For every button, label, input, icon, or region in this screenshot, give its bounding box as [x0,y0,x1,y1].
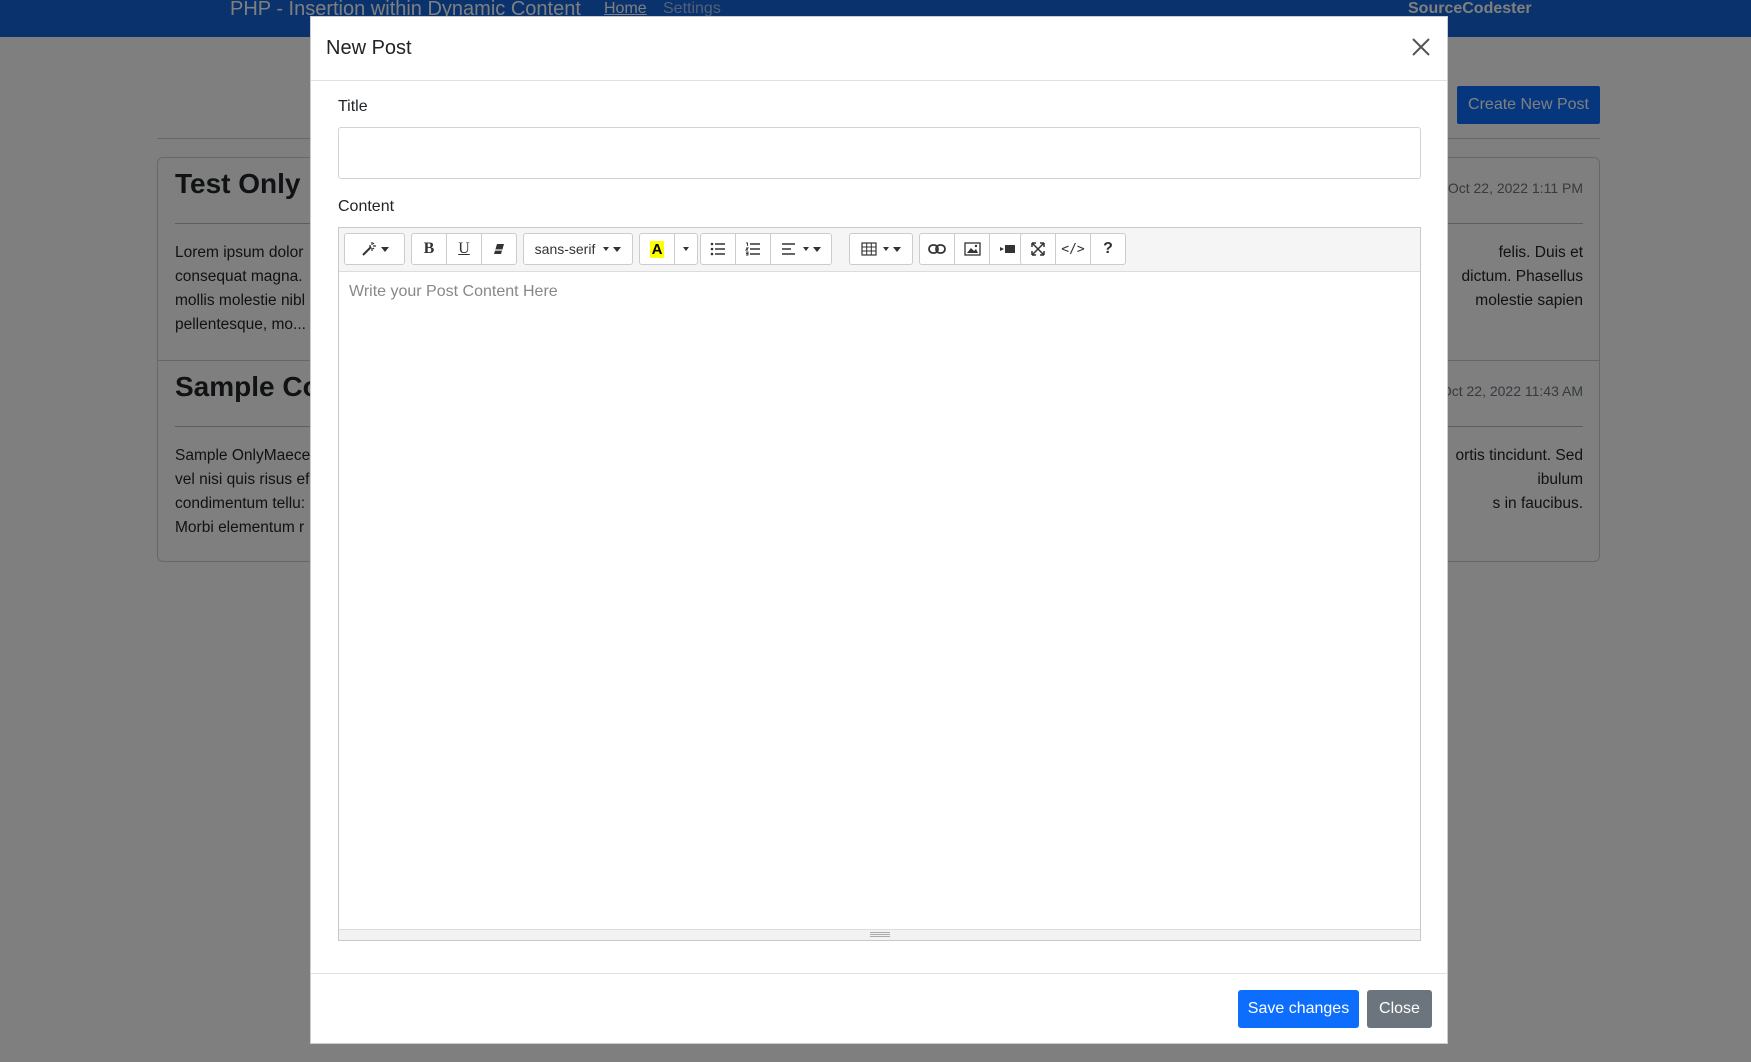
style-dropdown[interactable] [344,233,405,265]
modal-footer-divider [311,973,1447,974]
fullscreen-button[interactable] [1020,233,1056,265]
caret-down-icon [813,246,821,252]
modal-title: New Post [326,37,412,59]
title-label: Title [338,98,368,115]
resize-handle-icon[interactable] [869,932,890,938]
caret-down-icon [380,246,389,252]
insert-link-button[interactable] [919,233,955,265]
highlight-color-icon: A [649,240,665,258]
font-style-group: B U [411,233,517,265]
table-icon [861,242,877,256]
color-dropdown[interactable] [674,233,698,265]
font-name-group: sans-serif [523,233,633,265]
align-left-icon [782,243,795,255]
video-icon [999,245,1015,253]
numbered-list-icon [745,242,760,256]
table-dropdown[interactable] [849,233,913,265]
content-placeholder: Write your Post Content Here [349,283,558,300]
font-family-dropdown[interactable]: sans-serif [523,233,633,265]
editor-toolbar: B U sans-serif A </> ? [339,228,1420,272]
bullet-list-icon [710,242,725,256]
caret-down-icon [613,246,622,252]
caret-down-icon [883,247,889,251]
content-label: Content [338,198,395,215]
magic-wand-icon [361,242,376,256]
caret-down-icon [893,246,901,252]
editor-resize-bar[interactable] [339,929,1420,940]
help-button[interactable]: ? [1090,233,1126,265]
unordered-list-button[interactable] [700,233,736,265]
new-post-modal: New Post Title Content B U sans-serif A … [310,16,1448,1044]
close-button[interactable]: Close [1367,990,1432,1028]
close-icon[interactable] [1409,35,1433,59]
caret-down-icon [803,247,809,251]
font-family-value: sans-serif [534,241,596,257]
eraser-icon [494,244,504,254]
paragraph-group [700,233,832,265]
fullscreen-icon [1031,242,1045,256]
title-input[interactable] [338,127,1421,179]
ordered-list-button[interactable] [735,233,771,265]
table-group [849,233,913,265]
caret-down-icon [603,247,610,251]
insert-group [919,233,1025,265]
underline-button[interactable]: U [446,233,482,265]
paragraph-align-dropdown[interactable] [770,233,832,265]
save-changes-button[interactable]: Save changes [1238,990,1359,1028]
view-group: </> ? [1020,233,1126,265]
modal-header: New Post [311,17,1447,81]
rich-text-editor: B U sans-serif A </> ? Write your Post C… [338,227,1421,941]
picture-icon [963,242,981,256]
content-editable-area[interactable]: Write your Post Content Here [339,271,1420,920]
bold-button[interactable]: B [411,233,447,265]
code-view-button[interactable]: </> [1055,233,1091,265]
caret-down-icon [683,247,689,251]
clear-format-button[interactable] [481,233,517,265]
link-icon [928,244,946,254]
color-group: A [639,233,698,265]
insert-picture-button[interactable] [954,233,990,265]
recent-color-button[interactable]: A [639,233,675,265]
style-group [344,233,405,265]
